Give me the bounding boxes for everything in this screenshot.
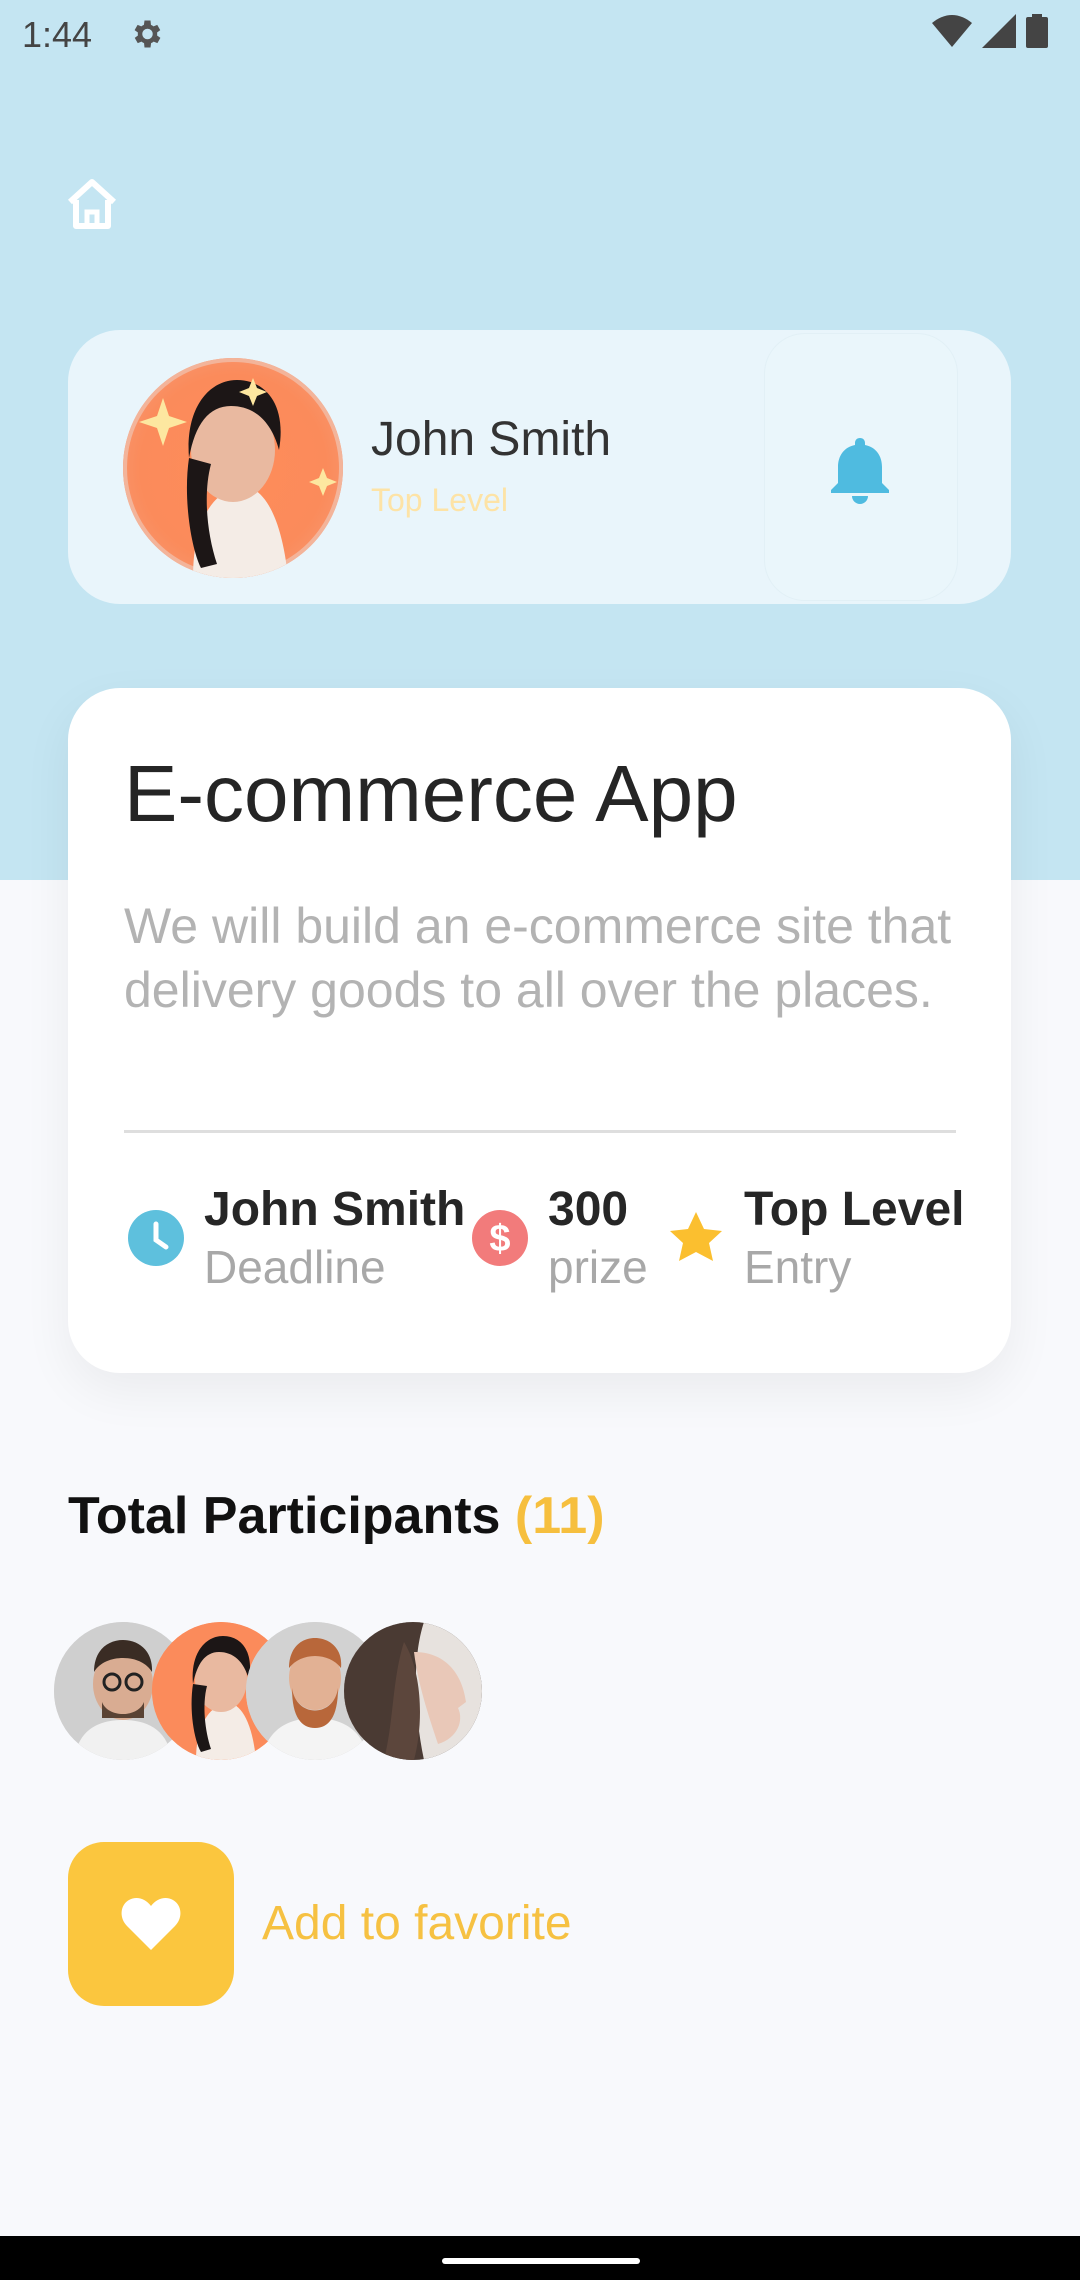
settings-gear-icon (134, 20, 161, 48)
profile-avatar[interactable] (123, 358, 343, 578)
profile-level: Top Level (371, 482, 508, 518)
notification-button[interactable] (765, 334, 957, 600)
home-gesture-handle[interactable] (442, 2258, 640, 2264)
project-description: We will build an e-commerce site that de… (124, 898, 952, 1018)
stat-deadline-value: John Smith (204, 1183, 466, 1236)
battery-icon (1026, 14, 1048, 48)
stat-deadline-label: Deadline (204, 1241, 386, 1293)
stat-deadline: John Smith Deadline (128, 1182, 465, 1296)
participant-avatar[interactable] (344, 1622, 482, 1760)
profile-name: John Smith (371, 413, 612, 466)
stat-prize-label: prize (548, 1241, 648, 1293)
wifi-icon (932, 15, 972, 47)
favorite-label[interactable]: Add to favorite (262, 1896, 572, 1951)
system-icons (932, 14, 1048, 48)
participants-title: Total Participants (11) (68, 1487, 605, 1545)
heart-icon (121, 1898, 181, 1950)
stat-prize-value: 300 (548, 1183, 629, 1236)
favorite-button[interactable] (68, 1842, 234, 2006)
divider (124, 1130, 956, 1133)
signal-icon (982, 14, 1016, 48)
stat-entry: Top Level Entry (668, 1182, 964, 1296)
star-icon (670, 1212, 722, 1261)
home-icon[interactable] (64, 176, 120, 232)
bell-icon (831, 438, 889, 504)
project-card: E-commerce App We will build an e-commer… (68, 688, 1011, 1373)
project-title: E-commerce App (124, 749, 738, 838)
stat-prize: $ 300 prize (472, 1182, 648, 1296)
stat-entry-value: Top Level (744, 1183, 965, 1236)
status-time: 1:44 (22, 14, 93, 55)
participants-count: (11) (514, 1487, 605, 1545)
profile-card: John Smith Top Level (68, 330, 1011, 604)
stat-entry-label: Entry (744, 1241, 852, 1293)
dollar-icon: $ (472, 1210, 528, 1266)
svg-text:$: $ (489, 1218, 510, 1260)
clock-icon (128, 1210, 184, 1266)
